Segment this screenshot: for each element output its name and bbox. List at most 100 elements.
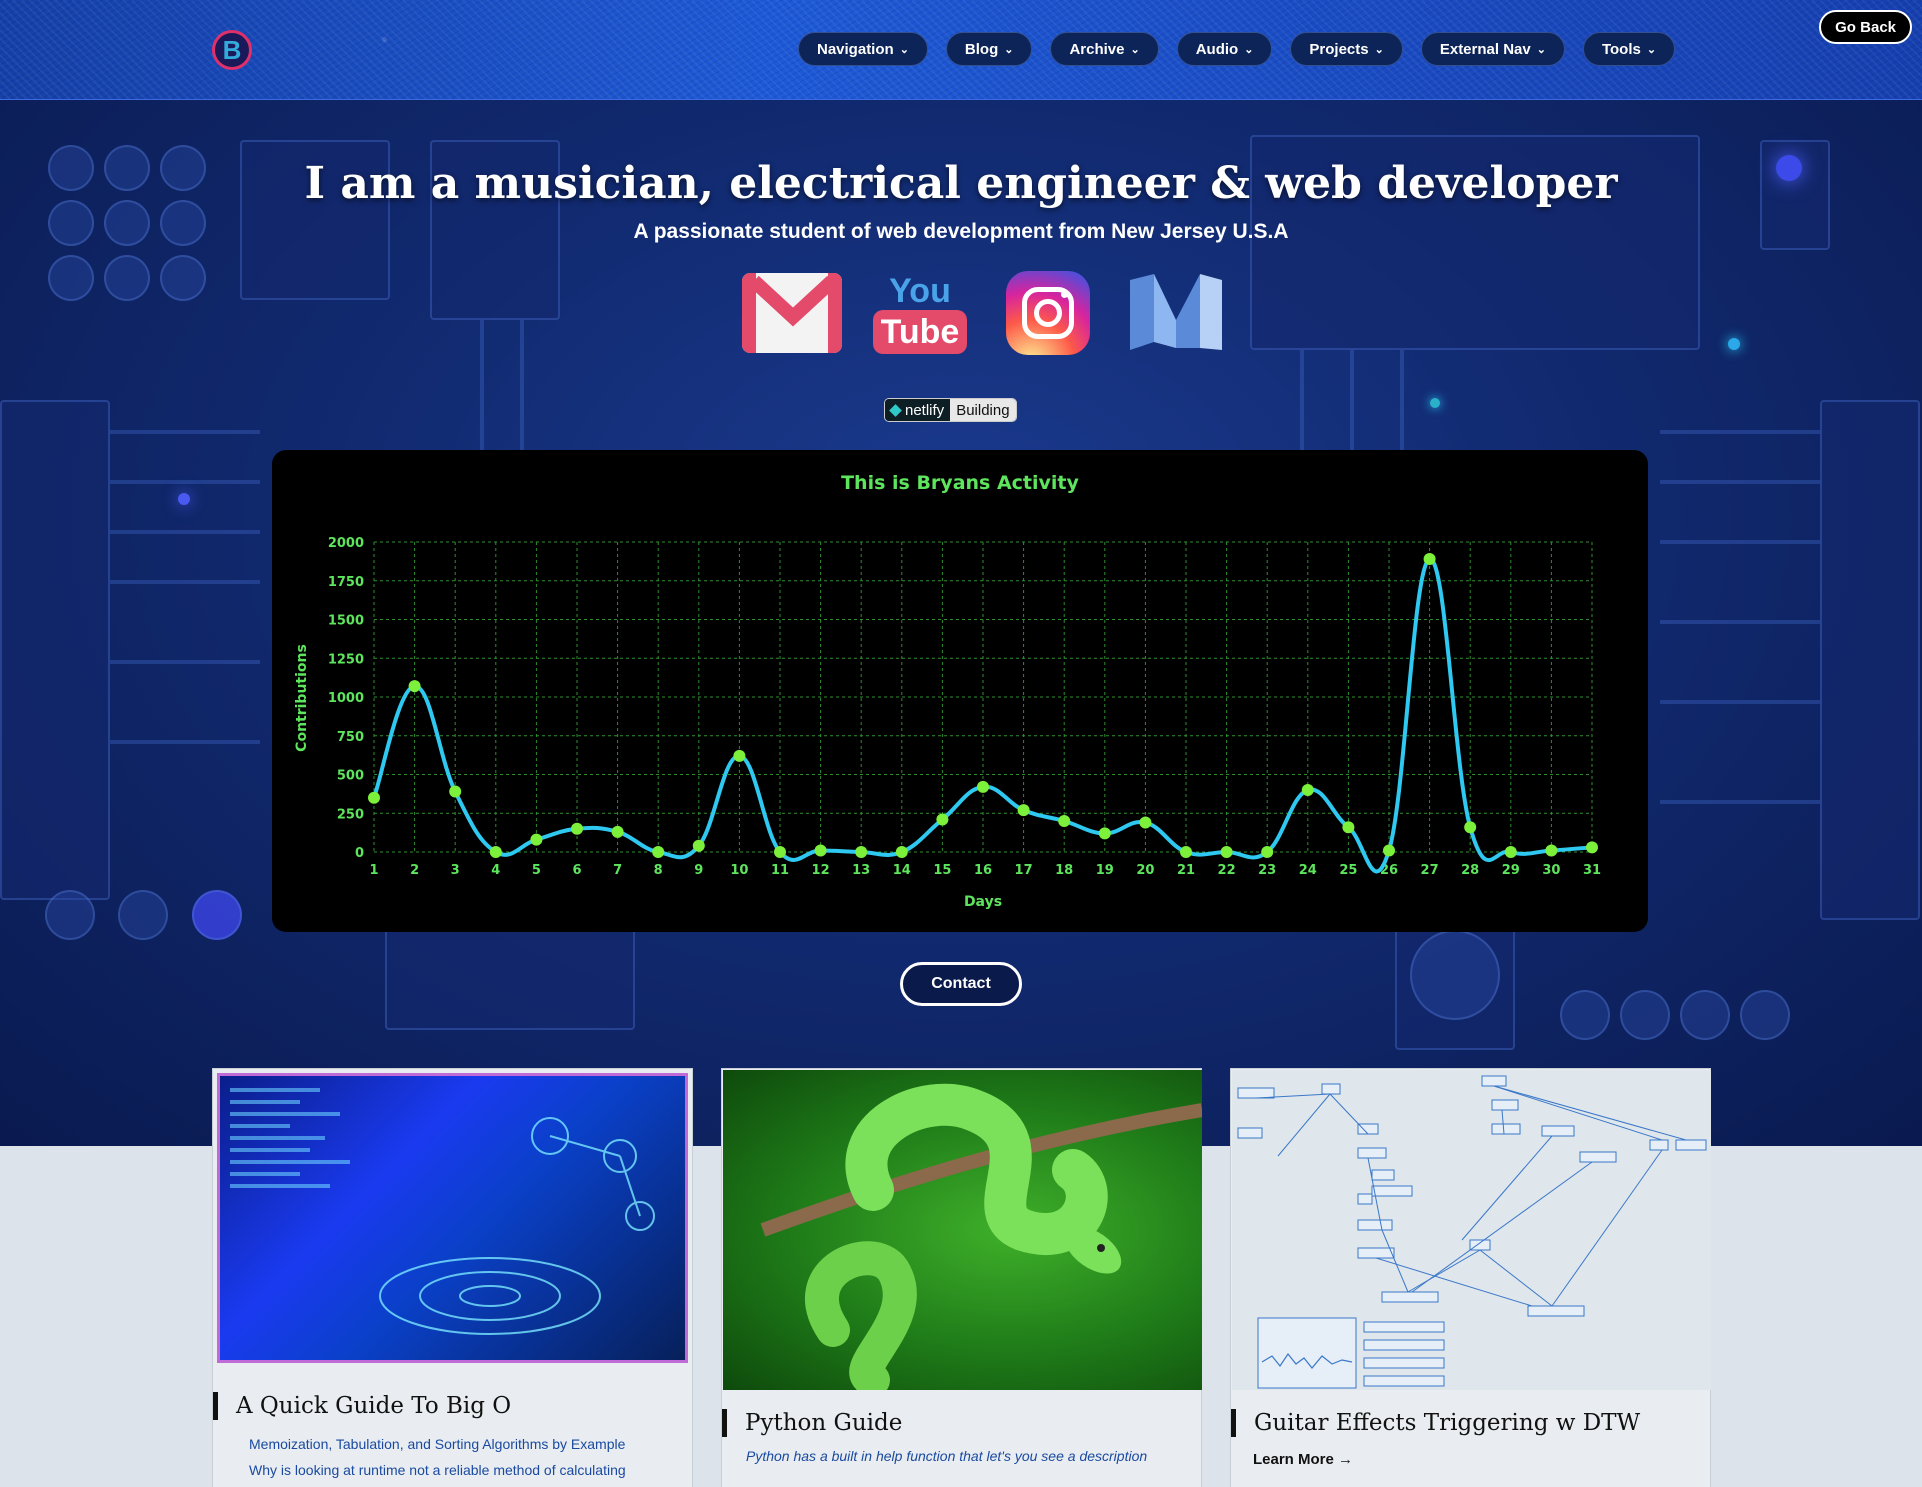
data-point[interactable] bbox=[936, 813, 949, 826]
led-light bbox=[1728, 338, 1740, 350]
chart-title: This is Bryans Activity bbox=[841, 472, 1079, 494]
instagram-link[interactable] bbox=[998, 270, 1098, 356]
gmail-link[interactable] bbox=[742, 270, 842, 356]
youtube-tube-text: Tube bbox=[872, 310, 968, 354]
x-tick-label: 2 bbox=[410, 863, 419, 878]
data-point[interactable] bbox=[530, 833, 543, 846]
circuit-chip bbox=[0, 400, 110, 900]
card-image-snake bbox=[723, 1070, 1202, 1390]
card-title[interactable]: Python Guide bbox=[722, 1409, 902, 1437]
data-point[interactable] bbox=[1342, 821, 1355, 834]
data-point[interactable] bbox=[408, 680, 421, 693]
nav-navigation[interactable]: Navigation ⌄ bbox=[798, 32, 928, 66]
x-tick-label: 14 bbox=[893, 863, 911, 878]
data-point[interactable] bbox=[652, 846, 665, 858]
circuit-pad bbox=[1620, 990, 1670, 1040]
blog-card-big-o[interactable]: A Quick Guide To Big O Memoization, Tabu… bbox=[212, 1068, 693, 1487]
circuit-pad bbox=[1740, 990, 1790, 1040]
nav-external[interactable]: External Nav ⌄ bbox=[1420, 32, 1565, 66]
nav-blog-label: Blog bbox=[964, 40, 999, 58]
x-tick-label: 16 bbox=[974, 863, 992, 878]
blog-card-guitar-dtw[interactable]: Guitar Effects Triggering w DTW Learn Mo… bbox=[1230, 1068, 1711, 1487]
x-tick-label: 28 bbox=[1461, 863, 1479, 878]
learn-more-link[interactable]: Learn More → bbox=[1253, 1451, 1353, 1468]
card-title[interactable]: Guitar Effects Triggering w DTW bbox=[1231, 1409, 1640, 1437]
data-point[interactable] bbox=[692, 839, 705, 852]
y-tick-label: 1500 bbox=[328, 614, 364, 629]
main-nav: Navigation ⌄ Blog ⌄ Archive ⌄ Audio ⌄ Projec… bbox=[798, 32, 1676, 66]
data-point[interactable] bbox=[895, 846, 908, 858]
gmail-icon bbox=[742, 273, 842, 353]
go-back-button[interactable]: Go Back bbox=[1819, 10, 1912, 44]
data-point[interactable] bbox=[489, 846, 502, 858]
data-point[interactable] bbox=[1098, 827, 1111, 840]
gmail-envelope-shape bbox=[749, 275, 837, 327]
nav-blog[interactable]: Blog ⌄ bbox=[945, 32, 1033, 66]
data-point[interactable] bbox=[814, 844, 827, 857]
circuit-trace bbox=[1660, 480, 1820, 484]
data-point[interactable] bbox=[1139, 816, 1152, 829]
netlify-status-badge[interactable]: netlify Building bbox=[884, 398, 1017, 422]
activity-chart: This is Bryans Activity Days Contributio… bbox=[272, 450, 1648, 932]
data-point[interactable] bbox=[1058, 815, 1071, 827]
y-tick-label: 250 bbox=[337, 807, 364, 822]
data-point[interactable] bbox=[1423, 553, 1436, 566]
nav-projects[interactable]: Projects ⌄ bbox=[1290, 32, 1403, 66]
x-tick-label: 20 bbox=[1136, 863, 1154, 878]
data-point[interactable] bbox=[571, 822, 583, 835]
card-title[interactable]: A Quick Guide To Big O bbox=[213, 1392, 511, 1420]
x-tick-label: 31 bbox=[1583, 863, 1601, 878]
blog-card-python[interactable]: Python Guide Python has a built in help … bbox=[721, 1068, 1202, 1487]
circuit-pad bbox=[1560, 990, 1610, 1040]
data-point[interactable] bbox=[368, 791, 380, 804]
data-point[interactable] bbox=[1586, 841, 1598, 854]
data-point[interactable] bbox=[1464, 821, 1477, 834]
x-tick-label: 23 bbox=[1258, 863, 1276, 878]
contact-button[interactable]: Contact bbox=[900, 962, 1022, 1006]
data-point[interactable] bbox=[733, 749, 746, 762]
medium-link[interactable] bbox=[1126, 270, 1226, 356]
youtube-link[interactable]: You Tube bbox=[870, 270, 970, 356]
netlify-badge-status: Building bbox=[950, 399, 1016, 421]
data-point[interactable] bbox=[449, 785, 462, 798]
led-light bbox=[1430, 398, 1440, 408]
circuit-pad bbox=[192, 890, 242, 940]
data-point[interactable] bbox=[1504, 846, 1517, 858]
nav-projects-label: Projects bbox=[1309, 40, 1369, 58]
nav-tools[interactable]: Tools ⌄ bbox=[1582, 32, 1676, 66]
circuit-pad bbox=[118, 890, 168, 940]
data-point[interactable] bbox=[1383, 844, 1395, 857]
data-point[interactable] bbox=[611, 825, 624, 838]
circuit-pad bbox=[1680, 990, 1730, 1040]
site-logo[interactable]: B bbox=[212, 30, 252, 70]
code-network-illustration bbox=[230, 1088, 655, 1335]
circuit-trace bbox=[1660, 540, 1820, 544]
circuit-trace bbox=[110, 740, 260, 744]
green-snake-illustration bbox=[760, 1083, 1202, 1390]
data-point[interactable] bbox=[977, 780, 989, 793]
data-point[interactable] bbox=[855, 846, 868, 858]
data-point[interactable] bbox=[1220, 846, 1233, 858]
data-point[interactable] bbox=[1545, 844, 1558, 857]
x-tick-label: 11 bbox=[771, 863, 789, 878]
circuit-pad bbox=[48, 255, 94, 301]
data-point[interactable] bbox=[774, 846, 786, 858]
chevron-down-icon: ⌄ bbox=[1004, 43, 1014, 56]
instagram-icon bbox=[1006, 271, 1090, 355]
data-point[interactable] bbox=[1017, 804, 1030, 817]
x-tick-label: 18 bbox=[1055, 863, 1073, 878]
y-tick-label: 2000 bbox=[328, 536, 364, 551]
y-tick-label: 1250 bbox=[328, 652, 364, 667]
nav-tools-label: Tools bbox=[1601, 40, 1641, 58]
data-point[interactable] bbox=[1180, 846, 1192, 858]
nav-audio[interactable]: Audio ⌄ bbox=[1176, 32, 1273, 66]
nav-archive[interactable]: Archive ⌄ bbox=[1050, 32, 1159, 66]
x-tick-label: 17 bbox=[1015, 863, 1033, 878]
nav-audio-label: Audio bbox=[1195, 40, 1239, 58]
card-excerpt-line: Memoization, Tabulation, and Sorting Alg… bbox=[249, 1436, 626, 1452]
netlify-label: netlify bbox=[905, 401, 945, 419]
data-point[interactable] bbox=[1301, 784, 1314, 796]
chevron-down-icon: ⌄ bbox=[1646, 43, 1657, 56]
x-tick-label: 25 bbox=[1339, 863, 1357, 878]
data-point[interactable] bbox=[1261, 846, 1274, 858]
